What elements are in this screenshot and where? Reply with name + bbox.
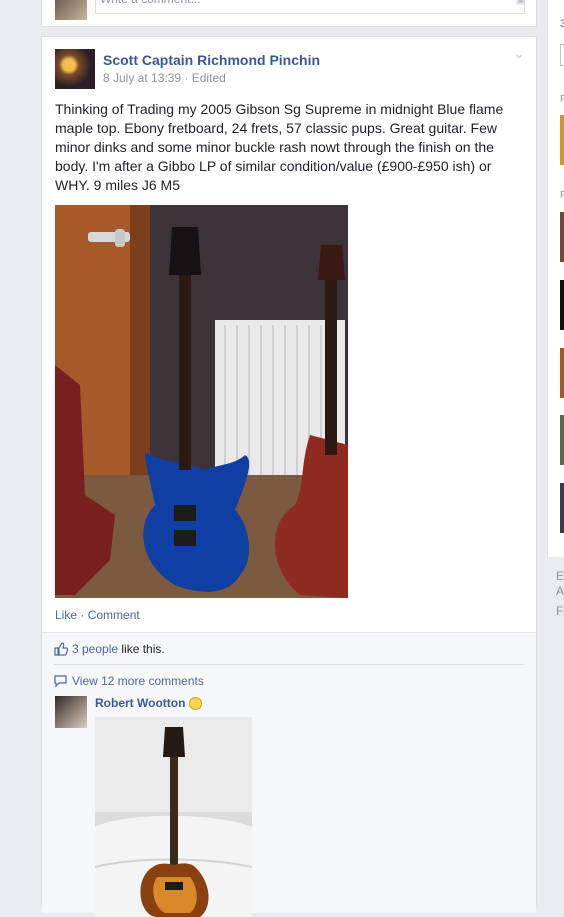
likes-summary: 3 people like this. bbox=[54, 642, 165, 656]
comments-section: 3 people like this. View 12 more comment… bbox=[42, 632, 536, 917]
footer-link[interactable]: E bbox=[556, 569, 564, 583]
sidebar-thumbnail[interactable] bbox=[560, 483, 564, 533]
divider bbox=[54, 664, 524, 665]
chevron-down-icon[interactable]: ⌄ bbox=[514, 47, 524, 61]
sidebar-heading: P bbox=[560, 94, 564, 105]
post-body-text: Thinking of Trading my 2005 Gibson Sg Su… bbox=[55, 101, 504, 193]
view-more-label: View 12 more comments bbox=[72, 674, 204, 688]
sidebar-thumbnail[interactable] bbox=[560, 348, 564, 398]
actions-separator: · bbox=[77, 608, 88, 622]
previous-post-comment-area: Write a comment... ▣ bbox=[41, 0, 537, 27]
comment-photo[interactable] bbox=[95, 717, 252, 917]
comment-input[interactable]: Write a comment... bbox=[95, 0, 525, 14]
like-link[interactable]: Like bbox=[55, 608, 77, 622]
footer-link[interactable]: A bbox=[556, 584, 564, 598]
camera-icon[interactable]: ▣ bbox=[516, 0, 526, 6]
smiley-emoji-icon bbox=[189, 697, 203, 710]
sidebar-thumbnail[interactable] bbox=[560, 415, 564, 465]
current-user-avatar bbox=[55, 0, 87, 20]
comment-bubble-icon bbox=[54, 675, 67, 687]
meta-separator: · bbox=[181, 71, 192, 85]
right-sidebar: 3 P P bbox=[547, 0, 564, 557]
sidebar-input[interactable] bbox=[560, 44, 564, 66]
edited-label[interactable]: Edited bbox=[192, 71, 226, 85]
feed-post: Scott Captain Richmond Pinchin 8 July at… bbox=[41, 36, 537, 917]
post-actions: Like · Comment bbox=[55, 608, 140, 622]
sidebar-thumbnail[interactable] bbox=[560, 212, 564, 262]
view-more-comments[interactable]: View 12 more comments bbox=[54, 674, 204, 688]
post-meta: 8 July at 13:39 · Edited bbox=[103, 71, 226, 85]
post-timestamp[interactable]: 8 July at 13:39 bbox=[103, 71, 181, 85]
post-photo[interactable] bbox=[55, 205, 348, 598]
comment-link[interactable]: Comment bbox=[88, 608, 140, 622]
guitars-photo-illustration bbox=[55, 205, 348, 598]
commenter-name-link[interactable]: Robert Wootton bbox=[95, 696, 185, 710]
post-author-name[interactable]: Scott Captain Richmond Pinchin bbox=[103, 52, 320, 68]
likers-link[interactable]: 3 people bbox=[72, 642, 118, 656]
les-paul-photo-illustration bbox=[95, 717, 252, 917]
commenter-avatar[interactable] bbox=[55, 696, 87, 728]
sidebar-heading: P bbox=[560, 190, 564, 201]
footer-link[interactable]: Fa bbox=[556, 604, 564, 618]
thumbs-up-icon bbox=[54, 642, 68, 656]
sidebar-thumbnail[interactable] bbox=[560, 280, 564, 330]
likes-suffix: like this. bbox=[118, 642, 165, 656]
commenter-name: Robert Wootton bbox=[95, 696, 203, 710]
sidebar-link[interactable]: 3 bbox=[560, 18, 564, 30]
sidebar-thumbnail[interactable] bbox=[560, 115, 564, 165]
author-avatar[interactable] bbox=[55, 49, 95, 89]
